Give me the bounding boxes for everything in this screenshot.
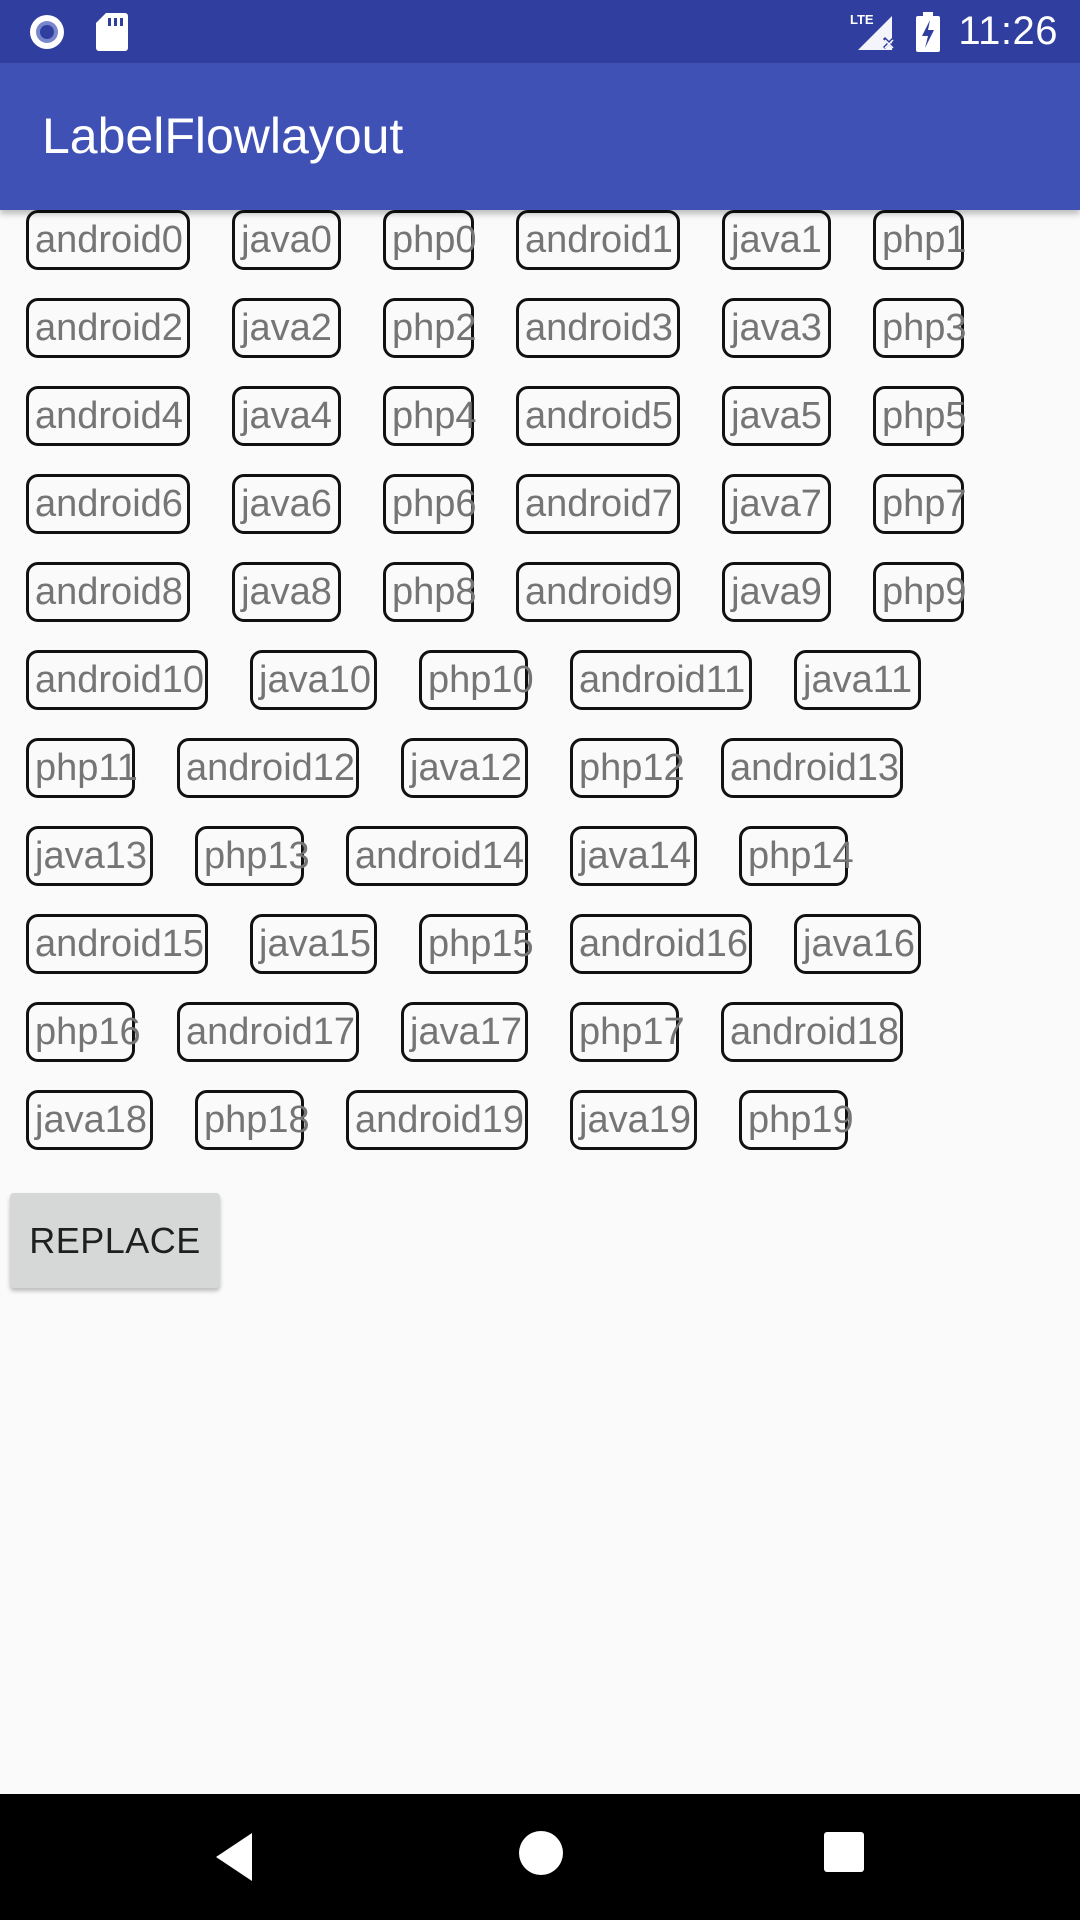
label-tag[interactable]: php10 — [419, 650, 534, 710]
label-tag[interactable]: php16 — [26, 1002, 141, 1062]
label-tag[interactable]: php18 — [195, 1090, 310, 1150]
label-tag[interactable]: java13 — [26, 826, 153, 886]
label-tag[interactable]: java8 — [232, 562, 341, 622]
label-row: android15 java15 php15 android16 java16 — [26, 914, 1056, 980]
label-tag[interactable]: android13 — [721, 738, 903, 798]
label-row: android4 java4 php4 android5 java5 php5 — [26, 386, 1056, 452]
label-tag[interactable]: java9 — [722, 562, 831, 622]
label-tag[interactable]: java1 — [722, 210, 831, 270]
label-tag[interactable]: java0 — [232, 210, 341, 270]
label-row: php16 android17 java17 php17 android18 — [26, 1002, 1056, 1068]
label-tag[interactable]: android7 — [516, 474, 680, 534]
label-tag[interactable]: android2 — [26, 298, 190, 358]
label-tag[interactable]: php4 — [383, 386, 477, 446]
label-tag[interactable]: android5 — [516, 386, 680, 446]
label-tag[interactable]: android6 — [26, 474, 190, 534]
label-tag[interactable]: php19 — [739, 1090, 854, 1150]
label-tag[interactable]: android18 — [721, 1002, 903, 1062]
label-tag[interactable]: android0 — [26, 210, 190, 270]
back-icon[interactable] — [212, 1831, 264, 1883]
label-tag[interactable]: java5 — [722, 386, 831, 446]
label-tag[interactable]: android19 — [346, 1090, 528, 1150]
label-tag[interactable]: php17 — [570, 1002, 685, 1062]
page-title: LabelFlowlayout — [42, 108, 404, 164]
label-tag[interactable]: php5 — [873, 386, 967, 446]
label-tag[interactable]: php7 — [873, 474, 967, 534]
label-tag[interactable]: java2 — [232, 298, 341, 358]
label-tag[interactable]: php2 — [383, 298, 477, 358]
replace-button[interactable]: REPLACE — [10, 1193, 220, 1288]
label-tag[interactable]: java6 — [232, 474, 341, 534]
label-tag[interactable]: java19 — [570, 1090, 697, 1150]
label-tag[interactable]: java18 — [26, 1090, 153, 1150]
lte-signal-no-data-icon: LTE — [850, 12, 896, 50]
label-tag[interactable]: android17 — [177, 1002, 359, 1062]
label-tag[interactable]: java17 — [401, 1002, 528, 1062]
label-tag[interactable]: php13 — [195, 826, 310, 886]
sd-card-icon — [96, 13, 128, 51]
label-row: android6 java6 php6 android7 java7 php7 — [26, 474, 1056, 540]
app-bar: LabelFlowlayout — [0, 63, 1080, 210]
label-tag[interactable]: php9 — [873, 562, 967, 622]
label-tag[interactable]: android10 — [26, 650, 208, 710]
label-tag[interactable]: android12 — [177, 738, 359, 798]
label-tag[interactable]: php1 — [873, 210, 967, 270]
label-tag[interactable]: java4 — [232, 386, 341, 446]
label-tag[interactable]: java3 — [722, 298, 831, 358]
label-tag[interactable]: java10 — [250, 650, 377, 710]
label-tag[interactable]: php3 — [873, 298, 967, 358]
label-tag[interactable]: java11 — [794, 650, 921, 710]
label-tag[interactable]: php15 — [419, 914, 534, 974]
status-bar: LTE 11:26 — [0, 0, 1080, 63]
label-tag[interactable]: android3 — [516, 298, 680, 358]
label-tag[interactable]: java7 — [722, 474, 831, 534]
label-tag[interactable]: php14 — [739, 826, 854, 886]
label-tag[interactable]: android14 — [346, 826, 528, 886]
label-row: android10 java10 php10 android11 java11 — [26, 650, 1056, 716]
home-icon[interactable] — [519, 1831, 563, 1875]
status-right-icons: LTE 11:26 — [850, 0, 1058, 63]
label-tag[interactable]: java14 — [570, 826, 697, 886]
label-row: java13 php13 android14 java14 php14 — [26, 826, 1056, 892]
recents-icon[interactable] — [824, 1832, 864, 1872]
label-tag[interactable]: java15 — [250, 914, 377, 974]
label-tag[interactable]: android1 — [516, 210, 680, 270]
label-tag[interactable]: php11 — [26, 738, 138, 798]
label-tag[interactable]: php6 — [383, 474, 477, 534]
label-tag[interactable]: android9 — [516, 562, 680, 622]
status-left-icons — [28, 13, 128, 51]
label-row: php11 android12 java12 php12 android13 — [26, 738, 1056, 804]
label-tag[interactable]: android15 — [26, 914, 208, 974]
label-row: android0 java0 php0 android1 java1 php1 — [26, 210, 1056, 276]
label-row: android2 java2 php2 android3 java3 php3 — [26, 298, 1056, 364]
label-row: java18 php18 android19 java19 php19 — [26, 1090, 1056, 1156]
label-tag[interactable]: android11 — [570, 650, 752, 710]
label-tag[interactable]: php12 — [570, 738, 685, 798]
status-clock: 11:26 — [958, 9, 1058, 53]
radio-record-icon — [30, 15, 64, 49]
navigation-bar — [0, 1794, 1080, 1920]
battery-charging-icon — [916, 11, 941, 52]
label-tag[interactable]: java12 — [401, 738, 528, 798]
label-tag[interactable]: android16 — [570, 914, 752, 974]
label-tag[interactable]: java16 — [794, 914, 921, 974]
label-row: android8 java8 php8 android9 java9 php9 — [26, 562, 1056, 628]
label-tag[interactable]: android4 — [26, 386, 190, 446]
network-type-label: LTE — [850, 12, 874, 27]
label-tag[interactable]: php0 — [383, 210, 477, 270]
label-tag[interactable]: php8 — [383, 562, 477, 622]
label-tag[interactable]: android8 — [26, 562, 190, 622]
